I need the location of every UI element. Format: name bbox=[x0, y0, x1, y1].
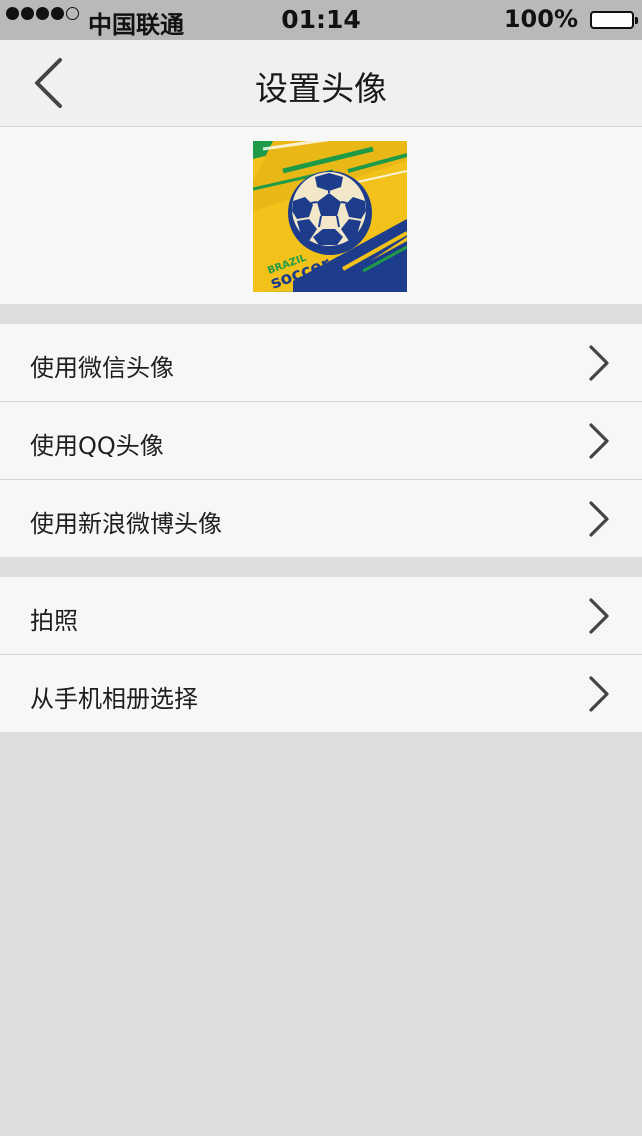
status-bar: 中国联通 01:14 100% bbox=[0, 0, 642, 40]
option-label: 从手机相册选择 bbox=[30, 685, 198, 713]
option-label: 使用微信头像 bbox=[30, 354, 174, 382]
chevron-right-icon bbox=[589, 423, 609, 459]
chevron-right-icon bbox=[589, 598, 609, 634]
page-title: 设置头像 bbox=[255, 69, 387, 108]
option-label: 使用QQ头像 bbox=[30, 432, 164, 460]
option-wechat-avatar[interactable]: 使用微信头像 bbox=[0, 324, 642, 402]
option-take-photo[interactable]: 拍照 bbox=[0, 577, 642, 655]
option-weibo-avatar[interactable]: 使用新浪微博头像 bbox=[0, 480, 642, 557]
option-qq-avatar[interactable]: 使用QQ头像 bbox=[0, 402, 642, 480]
chevron-right-icon bbox=[589, 501, 609, 537]
option-label: 使用新浪微博头像 bbox=[30, 510, 222, 538]
chevron-right-icon bbox=[589, 345, 609, 381]
battery-icon bbox=[590, 11, 638, 29]
third-party-avatar-options: 使用微信头像 使用QQ头像 使用新浪微博头像 bbox=[0, 324, 642, 557]
battery-percent: 100% bbox=[503, 5, 578, 33]
chevron-right-icon bbox=[589, 676, 609, 712]
avatar[interactable]: BRAZIL soccer bbox=[253, 141, 407, 292]
avatar-section: BRAZIL soccer bbox=[0, 127, 642, 304]
local-avatar-options: 拍照 从手机相册选择 bbox=[0, 577, 642, 732]
option-choose-from-album[interactable]: 从手机相册选择 bbox=[0, 655, 642, 732]
navigation-bar: 设置头像 bbox=[0, 40, 642, 127]
option-label: 拍照 bbox=[30, 607, 78, 635]
